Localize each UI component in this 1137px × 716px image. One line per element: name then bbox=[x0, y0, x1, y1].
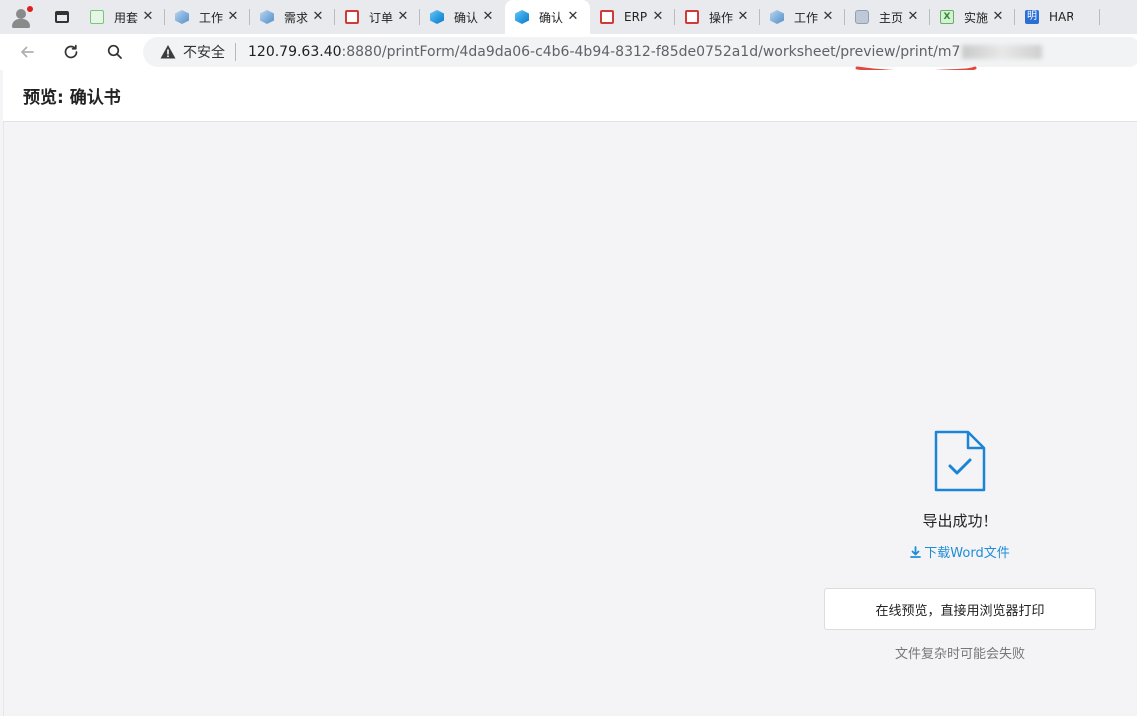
tab-title: 确认 bbox=[539, 10, 563, 25]
preview-content: 导出成功！ 下载Word文件 在线预览，直接用浏览器打印 文件复杂时可能会失败 bbox=[3, 122, 1137, 716]
reload-icon bbox=[64, 44, 78, 59]
tab-title: 操作 bbox=[709, 10, 733, 25]
cube-icon bbox=[770, 10, 784, 24]
cube-icon-bright bbox=[515, 10, 529, 24]
tab-close-icon[interactable]: ✕ bbox=[311, 10, 325, 24]
tab-title: HAR bbox=[1049, 10, 1073, 24]
url-path: :8880/printForm/4da9da06-c4b6-4b94-8312-… bbox=[341, 44, 961, 60]
back-button[interactable] bbox=[12, 37, 42, 67]
url-text[interactable]: 120.79.63.40:8880/printForm/4da9da06-c4b… bbox=[248, 44, 1043, 60]
home-icon bbox=[855, 10, 869, 24]
browser-tab[interactable]: 工作 ✕ bbox=[165, 0, 250, 34]
tab-title: 主页 bbox=[879, 10, 903, 25]
address-separator bbox=[235, 43, 236, 61]
browser-tab[interactable]: 确认 ✕ bbox=[420, 0, 505, 34]
browser-tab[interactable]: 工作 ✕ bbox=[760, 0, 845, 34]
tab-close-icon[interactable]: ✕ bbox=[736, 10, 750, 24]
cube-icon bbox=[175, 10, 189, 24]
red-doc-icon bbox=[600, 10, 614, 24]
tab-title: 工作 bbox=[199, 10, 223, 25]
document-check-icon bbox=[934, 430, 986, 492]
browser-tab[interactable]: 订单 ✕ bbox=[335, 0, 420, 34]
security-status-label[interactable]: 不安全 bbox=[183, 42, 225, 62]
tab-close-icon[interactable]: ✕ bbox=[566, 10, 580, 24]
warning-icon[interactable] bbox=[159, 43, 177, 61]
search-icon bbox=[107, 44, 122, 59]
browser-tab[interactable]: 操作 ✕ bbox=[675, 0, 760, 34]
tab-title: 订单 bbox=[369, 10, 393, 25]
download-icon bbox=[910, 546, 922, 558]
profile-avatar-icon[interactable] bbox=[8, 4, 34, 30]
browser-tab[interactable]: 需求 ✕ bbox=[250, 0, 335, 34]
tab-close-icon[interactable]: ✕ bbox=[651, 10, 665, 24]
tab-actions-menu-icon[interactable] bbox=[44, 0, 80, 34]
excel-icon: X bbox=[940, 10, 954, 24]
cube-icon bbox=[260, 10, 274, 24]
tab-title: ERP bbox=[624, 10, 648, 24]
notification-dot bbox=[27, 6, 33, 12]
tab-title: 确认 bbox=[454, 10, 478, 25]
tab-title: 用套 bbox=[114, 10, 138, 25]
download-word-label: 下载Word文件 bbox=[924, 546, 1010, 561]
tab-title: 工作 bbox=[794, 10, 818, 25]
tab-strip: 用套 ✕ 工作 ✕ 需求 ✕ 订单 ✕ 确认 ✕ 确认 ✕ ERP ✕ 操作 ✕ 工作 ✕ 主页 ✕ X 实施 ✕ 明 HAR bbox=[0, 0, 1137, 34]
browser-tab[interactable]: 明 HAR bbox=[1015, 0, 1100, 34]
ming-icon: 明 bbox=[1025, 10, 1039, 24]
tab-close-icon[interactable]: ✕ bbox=[226, 10, 240, 24]
tab-close-icon[interactable]: ✕ bbox=[481, 10, 495, 24]
tab-close-icon[interactable]: ✕ bbox=[906, 10, 920, 24]
browser-tab[interactable]: X 实施 ✕ bbox=[930, 0, 1015, 34]
page-title: 预览: 确认书 bbox=[23, 88, 121, 108]
export-success-message: 导出成功！ bbox=[922, 512, 998, 530]
cube-icon-bright bbox=[430, 10, 444, 24]
back-arrow-icon bbox=[21, 46, 34, 58]
reload-button[interactable] bbox=[56, 37, 86, 67]
tab-close-icon[interactable]: ✕ bbox=[991, 10, 1005, 24]
search-button[interactable] bbox=[100, 37, 130, 67]
browser-tab[interactable]: 主页 ✕ bbox=[845, 0, 930, 34]
url-host: 120.79.63.40 bbox=[248, 44, 342, 60]
book-icon bbox=[90, 10, 104, 24]
tab-close-icon[interactable]: ✕ bbox=[821, 10, 835, 24]
download-word-link[interactable]: 下载Word文件 bbox=[824, 542, 1096, 561]
print-failure-note: 文件复杂时可能会失败 bbox=[894, 647, 1025, 662]
page-header: 预览: 确认书 bbox=[3, 70, 1137, 122]
red-doc-icon bbox=[685, 10, 699, 24]
tab-close-icon[interactable]: ✕ bbox=[396, 10, 410, 24]
address-bar[interactable]: 不安全 120.79.63.40:8880/printForm/4da9da06… bbox=[143, 37, 1137, 67]
url-redacted-blur bbox=[962, 45, 1043, 59]
browser-tab[interactable]: 用套 ✕ bbox=[80, 0, 165, 34]
red-doc-icon bbox=[345, 10, 359, 24]
tab-close-icon[interactable]: ✕ bbox=[141, 10, 155, 24]
tab-title: 需求 bbox=[284, 10, 308, 25]
browser-print-button[interactable]: 在线预览，直接用浏览器打印 bbox=[824, 588, 1096, 630]
tab-title: 实施 bbox=[964, 10, 988, 25]
browser-tab[interactable]: ERP ✕ bbox=[590, 0, 675, 34]
browser-tab[interactable]: 确认 ✕ bbox=[505, 0, 590, 34]
